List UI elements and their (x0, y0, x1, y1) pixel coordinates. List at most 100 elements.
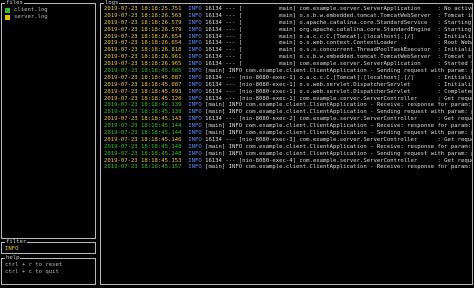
log-level: INFO (188, 143, 202, 150)
log-level: INFO (188, 54, 202, 61)
log-row: 2019-07-23 18:18:45.157 INFO [main] INFO… (104, 164, 472, 171)
log-level: INFO (188, 136, 202, 143)
log-level: INFO (188, 164, 202, 171)
file-color-swatch-server (5, 15, 10, 20)
log-message: 16134 --- [nio-8080-exec-3] com.example.… (201, 136, 472, 143)
log-row: 2019-07-23 18:18:45.087 INFO 16134 --- [… (104, 82, 472, 89)
log-row: 2019-07-23 18:18:45.153 INFO 16134 --- [… (104, 158, 472, 165)
log-message: 16134 --- [nio-8080-exec-4] com.example.… (201, 157, 472, 164)
log-row: 2019-07-23 18:18:45.139 INFO [main] INFO… (104, 109, 472, 116)
files-panel-title: files (5, 0, 24, 6)
log-level: INFO (188, 130, 202, 137)
log-row: 2019-07-23 18:18:45.143 INFO 16134 --- [… (104, 116, 472, 123)
log-timestamp: 2019-07-23 18:18:26.563 (104, 12, 182, 19)
log-timestamp: 2019-07-23 18:18:45.139 (104, 109, 182, 116)
log-message: [main] INFO com.example.client.ClientApp… (201, 123, 472, 130)
log-level: INFO (188, 116, 202, 123)
file-item-server-log[interactable]: server.log (5, 14, 48, 21)
log-message: 16134 --- [ main] o.s.b.w.embedded.tomca… (201, 54, 472, 61)
log-message: 16134 --- [ main] com.example.server.Ser… (201, 61, 472, 68)
filter-panel[interactable]: filter INFO (1, 239, 96, 254)
log-row: 2019-07-23 18:18:45.148 INFO [main] INFO… (104, 151, 472, 158)
help-line-reset: ctrl + r to reset (5, 262, 63, 268)
log-timestamp: 2019-07-23 18:18:45.153 (104, 157, 182, 164)
log-level: INFO (188, 102, 202, 109)
files-panel[interactable]: files client.log server.log (1, 0, 96, 239)
log-row: 2019-07-23 18:18:45.144 INFO [main] INFO… (104, 123, 472, 130)
log-row: 2019-07-23 18:18:45.144 INFO [main] INFO… (104, 130, 472, 137)
log-timestamp: 2019-07-23 18:18:26.579 (104, 26, 182, 33)
log-timestamp: 2019-07-23 18:18:26.654 (104, 40, 182, 47)
log-timestamp: 2019-07-23 18:18:25.751 (104, 6, 182, 12)
log-row: 2019-07-23 18:18:45.148 INFO [main] INFO… (104, 144, 472, 151)
log-timestamp: 2019-07-23 18:18:45.087 (104, 74, 182, 81)
help-panel: help ctrl + r to reset ctrl + c to quit (1, 255, 96, 285)
log-row: 2019-07-23 18:18:45.093 INFO 16134 --- [… (104, 89, 472, 96)
log-message: 16134 --- [ main] o.apache.catalina.core… (201, 19, 472, 26)
log-timestamp: 2019-07-23 18:18:45.143 (104, 116, 182, 123)
log-timestamp: 2019-07-23 18:18:45.093 (104, 88, 182, 95)
file-name-server: server.log (14, 14, 48, 21)
help-line-quit: ctrl + c to quit (5, 268, 59, 275)
log-row: 2019-07-23 18:18:26.818 INFO 16134 --- [… (104, 47, 472, 54)
log-level: INFO (188, 95, 202, 102)
file-item-client-log[interactable]: client.log (5, 7, 48, 14)
log-row: 2019-07-23 18:18:26.563 INFO 16134 --- [… (104, 13, 472, 20)
log-level: INFO (188, 68, 202, 75)
log-timestamp: 2019-07-23 18:18:26.961 (104, 54, 182, 61)
log-row: 2019-07-23 18:18:26.965 INFO 16134 --- [… (104, 61, 472, 68)
file-name-client: client.log (14, 7, 48, 14)
filter-input[interactable]: INFO (5, 246, 18, 253)
log-level: INFO (188, 40, 202, 47)
log-row: 2019-07-23 18:18:45.087 INFO 16134 --- [… (104, 75, 472, 82)
log-message: 16134 --- [ main] o.a.c.c.C.[Tomcat].[lo… (201, 33, 472, 40)
filter-panel-title: filter (5, 239, 28, 245)
log-message: [main] INFO com.example.client.ClientApp… (201, 164, 472, 171)
help-panel-title: help (5, 255, 21, 261)
log-level: INFO (188, 81, 202, 88)
log-level: INFO (188, 19, 202, 26)
log-row: 2019-07-23 18:18:26.654 INFO 16134 --- [… (104, 34, 472, 41)
log-message: [main] INFO com.example.client.ClientApp… (201, 150, 472, 157)
log-level: INFO (188, 109, 202, 116)
log-timestamp: 2019-07-23 18:18:45.085 (104, 68, 182, 75)
file-list: client.log server.log (2, 7, 48, 21)
log-timestamp: 2019-07-23 18:18:45.120 (104, 95, 182, 102)
log-row: 2019-07-23 18:18:45.120 INFO 16134 --- [… (104, 96, 472, 103)
log-timestamp: 2019-07-23 18:18:26.654 (104, 33, 182, 40)
log-message: 16134 --- [ main] o.s.s.concurrent.Threa… (201, 47, 472, 54)
log-message: 16134 --- [ main] com.example.server.Ser… (201, 6, 472, 12)
log-level: INFO (188, 150, 202, 157)
log-level: INFO (188, 88, 202, 95)
log-message: [main] INFO com.example.client.ClientApp… (201, 109, 472, 116)
log-row: 2019-07-23 18:18:25.751 INFO 16134 --- [… (104, 6, 472, 13)
log-timestamp: 2019-07-23 18:18:45.146 (104, 136, 182, 143)
log-row: 2019-07-23 18:18:26.579 INFO 16134 --- [… (104, 20, 472, 27)
log-row: 2019-07-23 18:18:26.654 INFO 16134 --- [… (104, 40, 472, 47)
log-message: [main] INFO com.example.client.ClientApp… (201, 130, 472, 137)
log-message: 16134 --- [ main] org.apache.catalina.co… (201, 26, 472, 33)
log-level: INFO (188, 47, 202, 54)
log-message: [main] INFO com.example.client.ClientApp… (201, 102, 472, 109)
log-timestamp: 2019-07-23 18:18:26.818 (104, 47, 182, 54)
log-row: 2019-07-23 18:18:45.085 INFO [main] INFO… (104, 68, 472, 75)
log-level: INFO (188, 157, 202, 164)
log-level: INFO (188, 6, 202, 12)
log-timestamp: 2019-07-23 18:18:45.148 (104, 150, 182, 157)
log-list[interactable]: 2019-07-23 18:18:25.751 INFO 16134 --- [… (104, 6, 472, 284)
log-timestamp: 2019-07-23 18:18:26.965 (104, 61, 182, 68)
log-timestamp: 2019-07-23 18:18:45.144 (104, 123, 182, 130)
log-timestamp: 2019-07-23 18:18:45.148 (104, 143, 182, 150)
log-message: 16134 --- [nio-8080-exec-1] o.s.web.serv… (201, 81, 472, 88)
help-lines: ctrl + r to reset ctrl + c to quit (5, 262, 62, 276)
log-level: INFO (188, 12, 202, 19)
log-message: 16134 --- [nio-8080-exec-1] o.a.c.c.C.[T… (201, 74, 472, 81)
logs-panel[interactable]: logs 2019-07-23 18:18:25.751 INFO 16134 … (100, 0, 473, 285)
log-message: [main] INFO com.example.client.ClientApp… (201, 143, 472, 150)
file-color-swatch-client (5, 8, 10, 13)
log-timestamp: 2019-07-23 18:18:45.139 (104, 102, 182, 109)
log-level: INFO (188, 61, 202, 68)
log-message: 16134 --- [nio-8080-exec-1] com.example.… (201, 95, 472, 102)
log-row: 2019-07-23 18:18:26.961 INFO 16134 --- [… (104, 54, 472, 61)
log-level: INFO (188, 74, 202, 81)
